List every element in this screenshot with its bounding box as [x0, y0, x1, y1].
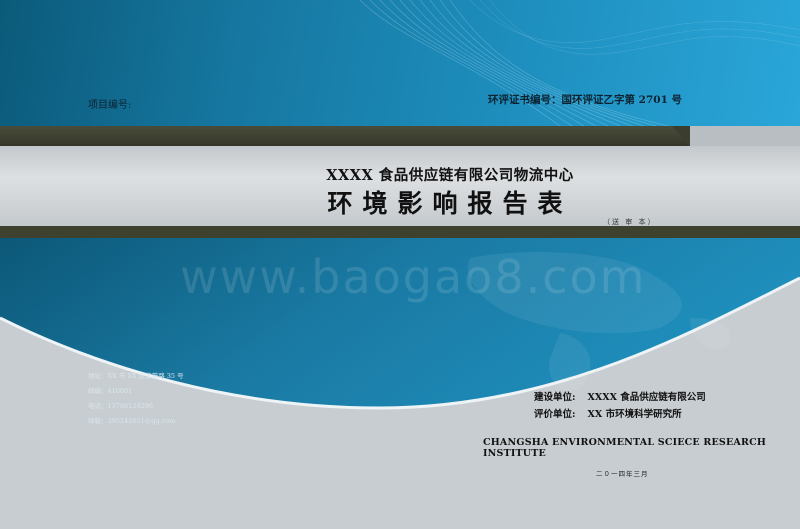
contact-postcode: 邮编：410001 — [88, 387, 133, 395]
divider-tab — [0, 126, 690, 146]
company-title: XXXX 食品供应链有限公司物流中心 — [326, 167, 574, 184]
builder-label: 建设单位: — [534, 392, 576, 403]
assessor-label: 评价单位: — [534, 409, 576, 420]
contact-phone: 电话：13786124296 — [88, 402, 153, 410]
contact-email: 邮箱：395242651@qq.com — [88, 417, 176, 425]
project-number-label: 项目编号: — [88, 100, 132, 111]
watermark-text: www.baogao8.com — [180, 250, 647, 304]
title-panel: XXXX 食品供应链有限公司物流中心 环境影响报告表 （送 审 本） — [0, 146, 800, 226]
divider-bar-top — [0, 126, 800, 146]
assessor-unit: 评价单位: XX 市环境科学研究所 — [534, 406, 682, 420]
assessor-value: XX 市环境科学研究所 — [587, 409, 682, 420]
contact-address: 地址：XX 市 XX 区紫薇路 35 号 — [88, 372, 184, 380]
report-date: 二０一四年三月 — [596, 470, 649, 478]
institute-english-name: CHANGSHA ENVIRONMENTAL SCIECE RESEARCH I… — [483, 437, 767, 459]
builder-value: XXXX 食品供应链有限公司 — [587, 392, 706, 403]
builder-unit: 建设单位: XXXX 食品供应链有限公司 — [534, 389, 706, 403]
divider-bar-bottom — [0, 226, 800, 238]
certificate-number: 环评证书编号：国环评证乙字第 2701 号 — [488, 94, 683, 106]
report-title: 环境影响报告表 — [327, 189, 573, 218]
